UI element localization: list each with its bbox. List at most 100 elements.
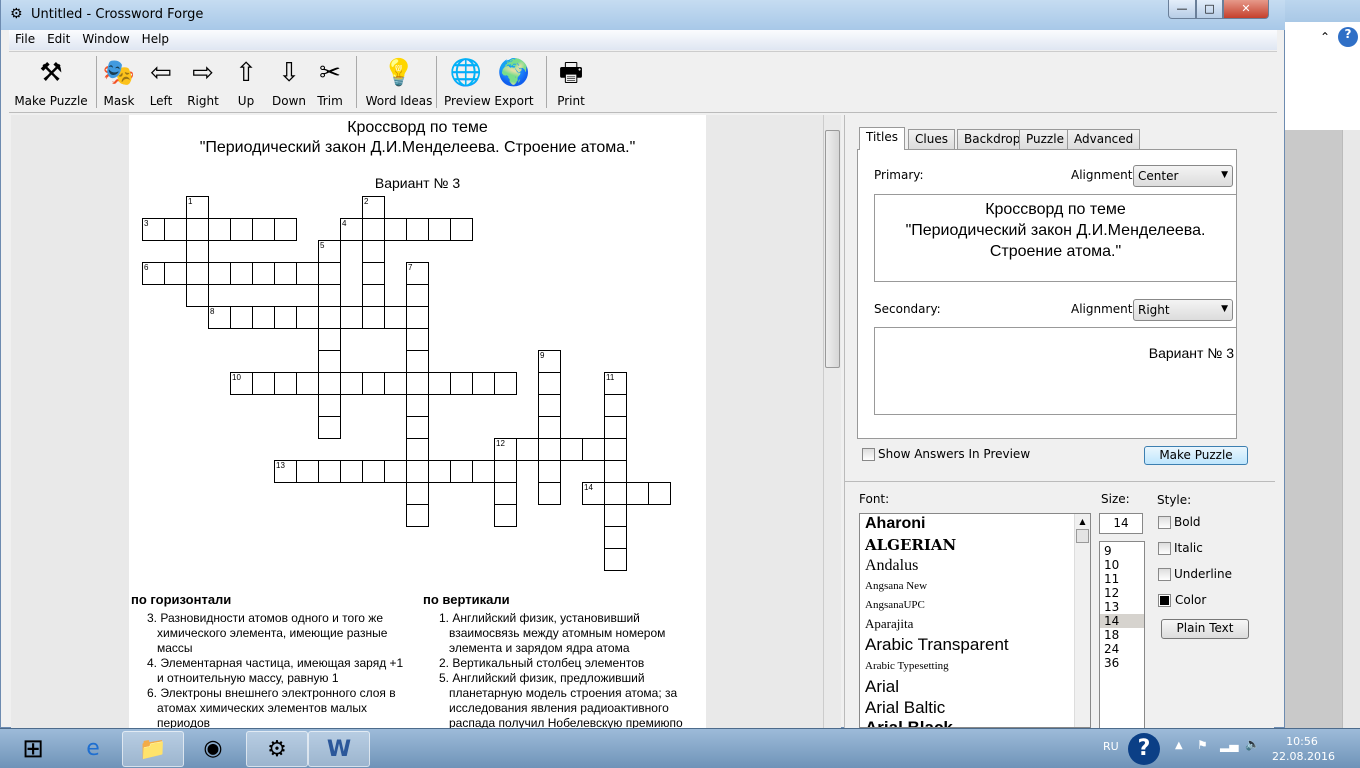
grid-cell bbox=[318, 350, 341, 373]
primary-alignment-select[interactable]: Center bbox=[1133, 165, 1233, 187]
font-option[interactable]: Aharoni bbox=[860, 514, 1090, 534]
size-option[interactable]: 13 bbox=[1100, 600, 1144, 614]
clock-time: 10:56 bbox=[1286, 735, 1318, 748]
size-option[interactable]: 36 bbox=[1100, 656, 1144, 670]
secondary-title-input[interactable]: Вариант № 3 bbox=[874, 327, 1237, 415]
font-option[interactable]: Andalus bbox=[860, 556, 1090, 576]
export-button[interactable]: 🌍 Export bbox=[494, 56, 534, 108]
grid-cell: 8 bbox=[208, 306, 231, 329]
font-list[interactable]: Aharoni ALGERIAN Andalus Angsana New Angsana… bbox=[859, 513, 1091, 728]
action-center-flag-icon[interactable]: ⚑ bbox=[1197, 738, 1208, 752]
mask-button[interactable]: 🎭 Mask bbox=[101, 56, 137, 108]
font-option[interactable]: Arabic Transparent bbox=[860, 634, 1090, 656]
font-option[interactable]: Arial Baltic bbox=[860, 698, 1090, 718]
menu-file[interactable]: File bbox=[9, 30, 41, 46]
font-option[interactable]: AngsanaUPC bbox=[860, 596, 1090, 614]
crossword-forge-icon[interactable]: ⚙ bbox=[246, 731, 308, 767]
size-list[interactable]: 9 10 11 12 13 14 18 24 36 bbox=[1099, 541, 1145, 731]
arrow-left-icon: ⇦ bbox=[150, 58, 172, 88]
font-option[interactable]: ALGERIAN bbox=[860, 534, 1090, 556]
left-button[interactable]: ⇦ Left bbox=[144, 56, 178, 108]
maximize-button[interactable]: □ bbox=[1196, 0, 1223, 19]
print-button[interactable]: 🖶 Print bbox=[551, 56, 591, 108]
size-option[interactable]: 9 bbox=[1100, 544, 1144, 558]
grid-cell: 9 bbox=[538, 350, 561, 373]
tab-advanced[interactable]: Advanced bbox=[1067, 129, 1141, 149]
secondary-alignment-select[interactable]: Right bbox=[1133, 299, 1233, 321]
make-puzzle-button[interactable]: Make Puzzle bbox=[1144, 446, 1248, 465]
size-option[interactable]: 18 bbox=[1100, 628, 1144, 642]
size-input[interactable]: 14 bbox=[1099, 513, 1143, 534]
grid-cell: 13 bbox=[274, 460, 297, 483]
plain-text-button[interactable]: Plain Text bbox=[1161, 619, 1249, 639]
grid-cell bbox=[230, 262, 253, 285]
puzzle-title-line1: Кроссворд по теме bbox=[347, 119, 488, 136]
word-ideas-button[interactable]: 💡 Word Ideas bbox=[364, 56, 434, 108]
size-option[interactable]: 14 bbox=[1100, 614, 1144, 628]
word-icon[interactable]: W bbox=[308, 731, 370, 767]
trim-button[interactable]: ✂ Trim bbox=[314, 56, 346, 108]
grid-cell bbox=[450, 372, 473, 395]
bold-checkbox[interactable] bbox=[1158, 516, 1171, 529]
grid-cell bbox=[604, 548, 627, 571]
windows-start-icon[interactable]: ⊞ bbox=[8, 731, 58, 767]
scrollbar-thumb[interactable] bbox=[825, 130, 840, 368]
show-answers-checkbox[interactable] bbox=[862, 448, 875, 461]
grid-cell bbox=[384, 306, 407, 329]
scroll-up-icon[interactable]: ▲ bbox=[1075, 517, 1090, 526]
font-option[interactable]: Arial bbox=[860, 676, 1090, 698]
volume-icon[interactable]: 🔈 bbox=[1245, 737, 1260, 751]
color-swatch[interactable] bbox=[1158, 594, 1171, 607]
size-option[interactable]: 12 bbox=[1100, 586, 1144, 600]
font-option[interactable]: Arabic Typesetting bbox=[860, 656, 1090, 676]
help-tray-icon[interactable]: ? bbox=[1128, 733, 1160, 765]
preview-button[interactable]: 🌐 Preview bbox=[444, 56, 491, 108]
tab-puzzle[interactable]: Puzzle bbox=[1019, 129, 1071, 149]
menu-help[interactable]: Help bbox=[136, 30, 175, 46]
help-icon[interactable]: ? bbox=[1338, 27, 1358, 47]
grid-cell bbox=[362, 284, 385, 307]
network-icon[interactable]: ▂▄ bbox=[1220, 738, 1238, 752]
grid-cell bbox=[406, 504, 429, 527]
font-option[interactable]: Angsana New bbox=[860, 576, 1090, 596]
tab-clues[interactable]: Clues bbox=[908, 129, 955, 149]
grid-cell bbox=[318, 394, 341, 417]
right-button[interactable]: ⇨ Right bbox=[184, 56, 222, 108]
font-option[interactable]: Aparajita bbox=[860, 614, 1090, 634]
tab-backdrop[interactable]: Backdrop bbox=[957, 129, 1028, 149]
scrollbar-thumb[interactable] bbox=[1076, 529, 1089, 543]
clock[interactable]: 10:56 22.08.2016 bbox=[1272, 734, 1335, 764]
grid-cell bbox=[252, 218, 275, 241]
grid-cell bbox=[384, 218, 407, 241]
tab-titles[interactable]: Titles bbox=[859, 127, 905, 150]
down-button[interactable]: ⇩ Down bbox=[269, 56, 309, 108]
clock-date: 22.08.2016 bbox=[1272, 750, 1335, 763]
language-indicator[interactable]: RU bbox=[1103, 740, 1119, 753]
ribbon-collapse-icon[interactable]: ⌃ bbox=[1320, 30, 1330, 44]
word-scrollbar[interactable] bbox=[1342, 130, 1360, 728]
primary-title-input[interactable]: Кроссворд по теме "Периодический закон Д… bbox=[874, 194, 1237, 282]
grid-cell bbox=[406, 438, 429, 461]
minimize-button[interactable]: — bbox=[1168, 0, 1196, 19]
underline-checkbox[interactable] bbox=[1158, 568, 1171, 581]
size-label: Size: bbox=[1101, 492, 1130, 506]
make-puzzle-button[interactable]: ⚒ Make Puzzle bbox=[11, 56, 91, 108]
size-option[interactable]: 11 bbox=[1100, 572, 1144, 586]
grid-cell bbox=[406, 284, 429, 307]
italic-checkbox[interactable] bbox=[1158, 542, 1171, 555]
size-option[interactable]: 24 bbox=[1100, 642, 1144, 656]
close-button[interactable]: ✕ bbox=[1223, 0, 1269, 19]
size-option[interactable]: 10 bbox=[1100, 558, 1144, 572]
chrome-icon[interactable]: ◉ bbox=[182, 731, 244, 767]
menu-window[interactable]: Window bbox=[76, 30, 135, 46]
grid-cell bbox=[274, 306, 297, 329]
font-option[interactable]: Arial Black bbox=[860, 718, 1090, 727]
grid-cell bbox=[186, 240, 209, 263]
file-explorer-icon[interactable]: 📁 bbox=[122, 731, 184, 767]
menu-edit[interactable]: Edit bbox=[41, 30, 76, 46]
settings-panel: Titles Clues Backdrop Puzzle Advanced Pr… bbox=[844, 115, 1275, 731]
font-list-scrollbar[interactable]: ▲ bbox=[1074, 514, 1090, 727]
internet-explorer-icon[interactable]: e bbox=[62, 731, 124, 767]
show-hidden-icons-icon[interactable]: ▲ bbox=[1175, 740, 1183, 751]
up-button[interactable]: ⇧ Up bbox=[231, 56, 261, 108]
